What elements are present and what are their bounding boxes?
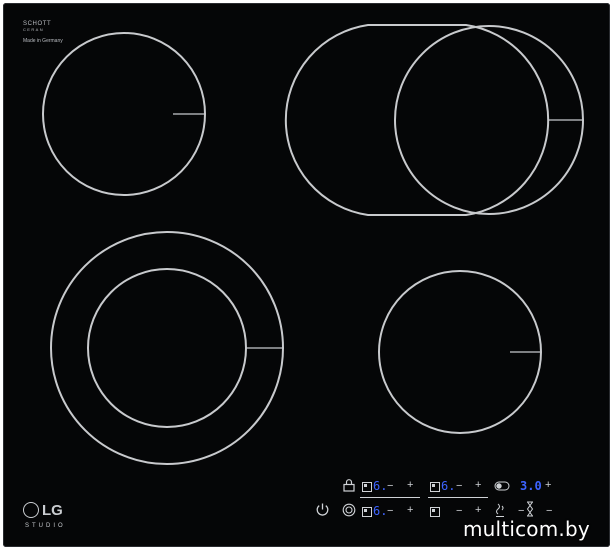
timer-display: 3.0 — [520, 479, 542, 493]
lock-icon[interactable] — [342, 478, 356, 492]
zone-bottom-left-inner-ring[interactable] — [87, 268, 247, 428]
brand-logo-text: LG — [42, 502, 63, 519]
cooking-zones — [42, 24, 584, 465]
brand-line: STUDIO — [25, 523, 66, 529]
row-divider-1 — [360, 497, 420, 498]
zone-select-icon-3[interactable] — [362, 507, 372, 517]
plus-button-4[interactable]: + — [475, 505, 481, 516]
timer-plus-button[interactable]: + — [545, 480, 551, 491]
badge-product: CERAN — [23, 27, 45, 32]
zone-select-icon-2[interactable] — [430, 482, 440, 492]
plus-button-2[interactable]: + — [475, 480, 481, 491]
power-icon[interactable] — [315, 502, 330, 517]
minus-button-2[interactable]: − — [456, 481, 462, 492]
lg-emblem-icon — [23, 502, 39, 518]
dual-zone-icon[interactable] — [342, 503, 356, 517]
row-divider-2 — [428, 497, 488, 498]
plus-button-3[interactable]: + — [407, 505, 413, 516]
minus-button-3[interactable]: − — [387, 506, 393, 517]
minus-button-1[interactable]: − — [387, 481, 393, 492]
zone-select-icon-4[interactable] — [430, 507, 440, 517]
watermark: multicom.by — [463, 517, 590, 541]
schott-ceran-badge: SCHOTT CERAN Made in Germany — [23, 21, 75, 44]
badge-origin: Made in Germany — [23, 38, 63, 44]
plus-button-1[interactable]: + — [407, 480, 413, 491]
lg-studio-logo: LG STUDIO — [23, 499, 66, 529]
zone-select-icon-1[interactable] — [362, 482, 372, 492]
timer-icon — [526, 501, 534, 517]
power-level-display-3: 6. — [373, 504, 388, 518]
cooktop-surface: SCHOTT CERAN Made in Germany LG STUDIO 6… — [3, 3, 610, 547]
oval-zone-toggle-icon[interactable] — [494, 481, 510, 491]
zone-top-right-oval[interactable] — [284, 24, 550, 216]
power-level-display-2: 6. — [441, 479, 456, 493]
keep-warm-icon[interactable] — [495, 503, 505, 518]
timer-minus-button-2[interactable]: − — [546, 506, 552, 517]
timer-minus-button[interactable]: − — [518, 506, 524, 517]
minus-button-4[interactable]: − — [456, 506, 462, 517]
power-level-display-1: 6. — [373, 479, 388, 493]
